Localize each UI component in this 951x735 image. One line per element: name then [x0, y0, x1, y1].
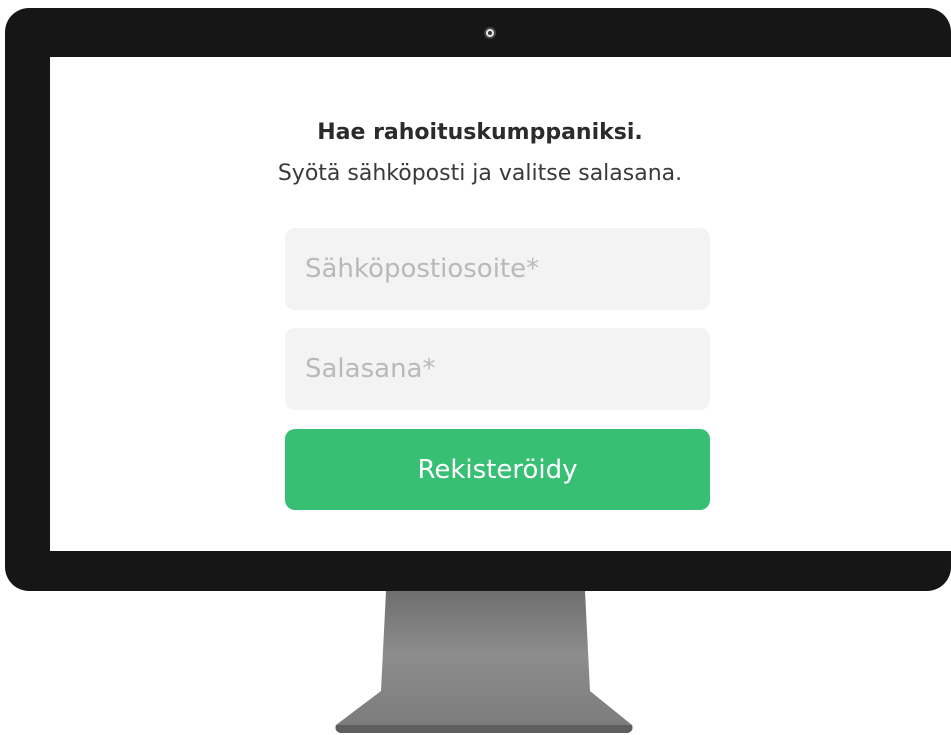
email-field[interactable] [285, 228, 710, 310]
page-title: Hae rahoituskumppaniksi. [317, 120, 643, 145]
register-button[interactable]: Rekisteröidy [285, 429, 710, 510]
webcam-lens [488, 31, 492, 35]
password-field[interactable] [285, 328, 710, 410]
monitor-stand [335, 591, 633, 733]
monitor-screen: Hae rahoituskumppaniksi. Syötä sähköpost… [50, 57, 951, 551]
webcam-icon [484, 27, 496, 39]
monitor-mockup: Hae rahoituskumppaniksi. Syötä sähköpost… [0, 0, 951, 735]
stand-base-edge [335, 725, 633, 733]
monitor-bezel: Hae rahoituskumppaniksi. Syötä sähköpost… [5, 8, 951, 591]
page-subtitle: Syötä sähköposti ja valitse salasana. [277, 161, 683, 186]
stand-neck [335, 591, 633, 733]
